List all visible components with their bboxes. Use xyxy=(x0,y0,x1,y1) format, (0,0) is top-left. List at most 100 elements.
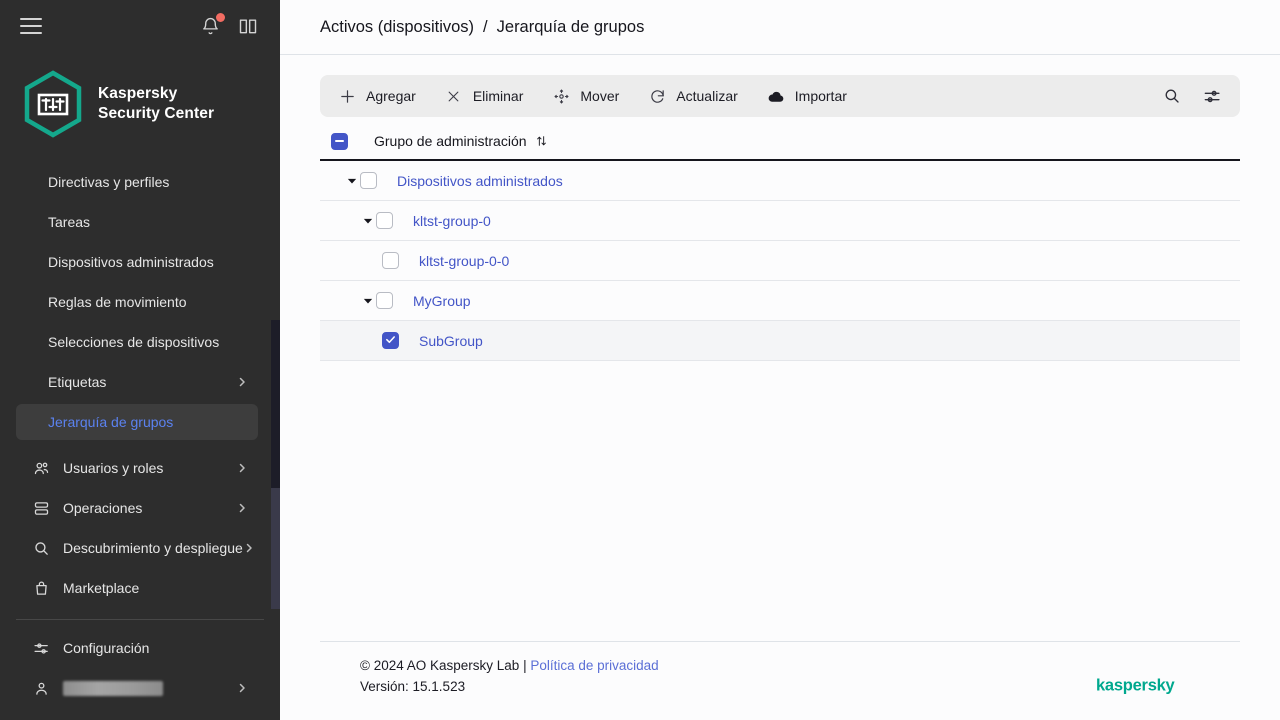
sidebar-divider xyxy=(16,619,264,620)
move-button-label: Mover xyxy=(580,88,620,104)
groups-table: Grupo de administración Dispositivos adm… xyxy=(320,123,1240,361)
chevron-right-icon xyxy=(236,462,248,474)
sidebar-topbar-actions xyxy=(201,12,258,36)
chevron-right-icon xyxy=(236,376,248,388)
users-icon xyxy=(32,459,50,477)
row-name[interactable]: kltst-group-0 xyxy=(413,213,491,229)
row-checkbox[interactable] xyxy=(382,252,399,269)
delete-button-label: Eliminar xyxy=(472,88,524,104)
product-name: Kaspersky Security Center xyxy=(98,84,214,124)
breadcrumb-separator: / xyxy=(483,17,488,36)
sidebar-user-name-redacted xyxy=(63,680,236,697)
sidebar-scrollbar-thumb[interactable] xyxy=(271,320,280,488)
sidebar-item-label: Selecciones de dispositivos xyxy=(48,334,220,350)
privacy-policy-link[interactable]: Política de privacidad xyxy=(530,658,658,673)
search-icon xyxy=(32,539,50,557)
sidebar-scrollbar[interactable] xyxy=(271,320,280,609)
sidebar-item-selecciones-de-dispositivos[interactable]: Selecciones de dispositivos xyxy=(16,324,258,360)
row-name[interactable]: MyGroup xyxy=(413,293,471,309)
chevron-right-icon xyxy=(243,542,255,554)
sidebar-item-directivas-y-perfiles[interactable]: Directivas y perfiles xyxy=(16,164,258,200)
page-footer: © 2024 AO Kaspersky Lab | Política de pr… xyxy=(320,641,1240,720)
hamburger-menu-icon[interactable] xyxy=(20,18,42,34)
column-header-grupo-de-administracion[interactable]: Grupo de administración xyxy=(374,133,1240,149)
footer-separator: | xyxy=(523,658,527,674)
sort-updown-icon[interactable] xyxy=(535,134,548,148)
caret-expanded-icon[interactable] xyxy=(360,216,376,226)
sidebar-item-label: Etiquetas xyxy=(48,374,107,390)
sidebar-item-user-account[interactable] xyxy=(16,670,258,706)
sidebar-item-marketplace[interactable]: Marketplace xyxy=(16,570,258,606)
sidebar-item-label: Descubrimiento y despliegue xyxy=(63,540,243,556)
svg-text:kaspersky: kaspersky xyxy=(1096,677,1176,695)
move-button[interactable]: Mover xyxy=(552,75,632,117)
move-icon xyxy=(552,87,570,105)
table-row[interactable]: kltst-group-0 xyxy=(320,201,1240,241)
close-x-icon xyxy=(445,87,463,105)
sidebar-item-label: Marketplace xyxy=(63,580,140,596)
delete-button[interactable]: Eliminar xyxy=(445,75,537,117)
plus-icon xyxy=(338,87,356,105)
row-name[interactable]: kltst-group-0-0 xyxy=(419,253,509,269)
sidebar-item-etiquetas[interactable]: Etiquetas xyxy=(16,364,258,400)
sidebar-item-label: Dispositivos administrados xyxy=(48,254,214,270)
row-checkbox[interactable] xyxy=(360,172,377,189)
sidebar-item-configuracion[interactable]: Configuración xyxy=(16,630,258,666)
sidebar-item-usuarios-y-roles[interactable]: Usuarios y roles xyxy=(16,450,258,486)
sliders-icon xyxy=(32,639,50,657)
sidebar-item-operaciones[interactable]: Operaciones xyxy=(16,490,258,526)
sidebar-item-label: Usuarios y roles xyxy=(63,460,164,476)
table-row[interactable]: MyGroup xyxy=(320,281,1240,321)
sidebar-item-label: Configuración xyxy=(63,640,150,656)
cloud-upload-icon xyxy=(767,87,785,105)
search-icon[interactable] xyxy=(1163,87,1181,105)
sidebar-nav: Directivas y perfiles Tareas Dispositivo… xyxy=(0,160,280,609)
row-checkbox[interactable] xyxy=(376,212,393,229)
row-name[interactable]: Dispositivos administrados xyxy=(397,173,563,189)
import-button-label: Importar xyxy=(794,88,847,104)
row-controls xyxy=(320,176,360,186)
kaspersky-wordmark-logo: kaspersky xyxy=(1096,674,1200,698)
add-button[interactable]: Agregar xyxy=(338,75,429,117)
sidebar-item-label: Jerarquía de grupos xyxy=(48,414,174,430)
product-logo: Kaspersky Security Center xyxy=(0,52,280,160)
row-controls xyxy=(320,296,376,306)
select-all-checkbox[interactable] xyxy=(331,132,348,150)
main-area: Activos (dispositivos) / Jerarquía de gr… xyxy=(280,0,1280,720)
sidebar-item-label: Operaciones xyxy=(63,500,143,516)
import-button[interactable]: Importar xyxy=(767,75,860,117)
table-row[interactable]: SubGroup xyxy=(320,321,1240,361)
sidebar-item-label: Tareas xyxy=(48,214,91,230)
row-checkbox[interactable] xyxy=(382,332,399,349)
sidebar-item-tareas[interactable]: Tareas xyxy=(16,204,258,240)
sidebar-item-jerarquia-de-grupos[interactable]: Jerarquía de grupos xyxy=(16,404,258,440)
sidebar-item-descubrimiento-y-despliegue[interactable]: Descubrimiento y despliegue xyxy=(16,530,258,566)
breadcrumb: Activos (dispositivos) / Jerarquía de gr… xyxy=(280,0,1280,55)
app-root: Kaspersky Security Center Directivas y p… xyxy=(0,0,1280,720)
table-row[interactable]: kltst-group-0-0 xyxy=(320,241,1240,281)
sidebar-item-label: Reglas de movimiento xyxy=(48,294,187,310)
row-checkbox[interactable] xyxy=(376,292,393,309)
breadcrumb-parent[interactable]: Activos (dispositivos) xyxy=(320,18,474,37)
bag-icon xyxy=(32,579,50,597)
sidebar-item-reglas-de-movimiento[interactable]: Reglas de movimiento xyxy=(16,284,258,320)
filter-settings-icon[interactable] xyxy=(1203,87,1222,106)
sidebar-item-dispositivos-administrados[interactable]: Dispositivos administrados xyxy=(16,244,258,280)
caret-expanded-icon[interactable] xyxy=(344,176,360,186)
user-icon xyxy=(32,679,50,697)
sidebar: Kaspersky Security Center Directivas y p… xyxy=(0,0,280,720)
table-row[interactable]: Dispositivos administrados xyxy=(320,161,1240,201)
caret-expanded-icon[interactable] xyxy=(360,296,376,306)
row-name[interactable]: SubGroup xyxy=(419,333,483,349)
help-book-icon[interactable] xyxy=(238,16,258,36)
chevron-right-icon xyxy=(236,682,248,694)
toolbar: Agregar Eliminar Mover Actualizar Import… xyxy=(320,75,1240,117)
notification-badge xyxy=(216,12,225,22)
sidebar-topbar xyxy=(0,0,280,52)
product-name-line2: Security Center xyxy=(98,105,215,122)
kaspersky-hexagon-logo-icon xyxy=(22,70,84,138)
refresh-button[interactable]: Actualizar xyxy=(648,75,750,117)
notifications-bell-icon[interactable] xyxy=(201,12,225,36)
add-button-label: Agregar xyxy=(366,88,416,104)
breadcrumb-current: Jerarquía de grupos xyxy=(496,17,645,36)
